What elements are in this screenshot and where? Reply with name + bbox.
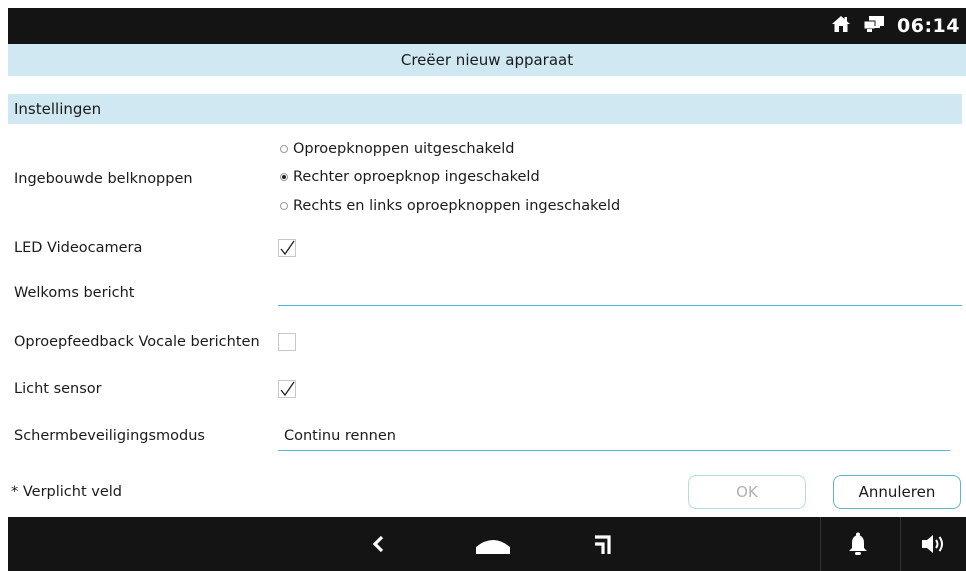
checkmark-icon [280,381,295,397]
welcome-message-label: Welkoms bericht [14,285,135,301]
radio-option-label: Rechter oproepknop ingeschakeld [293,169,540,185]
ok-button[interactable]: OK [688,475,806,509]
required-field-note: * Verplicht veld [11,484,122,500]
radio-option-right-button-enabled[interactable]: Rechter oproepknop ingeschakeld [280,169,540,185]
radio-option-buttons-disabled[interactable]: Oproepknoppen uitgeschakeld [280,141,515,157]
nav-divider [820,517,821,571]
section-title: Instellingen [14,100,102,118]
recent-apps-icon[interactable] [583,517,623,571]
status-icons: 06:14 [831,8,966,44]
call-feedback-checkbox[interactable] [278,333,296,351]
screensaver-value: Continu rennen [284,428,396,444]
radio-option-both-buttons-enabled[interactable]: Rechts en links oproepknoppen ingeschake… [280,198,620,214]
builtin-buttons-label: Ingebouwde belknoppen [14,171,193,187]
home-icon[interactable] [468,517,518,571]
radio-button[interactable] [280,202,288,210]
volume-icon[interactable] [914,517,954,571]
screensaver-label: Schermbeveiligingsmodus [14,428,205,444]
radio-option-label: Oproepknoppen uitgeschakeld [293,141,515,157]
status-time: 06:14 [897,15,960,37]
navigation-bar [8,517,966,571]
bell-icon[interactable] [838,517,878,571]
nav-divider [900,517,901,571]
section-header: Instellingen [8,94,962,124]
radio-button[interactable] [280,145,288,153]
screensaver-select[interactable]: Continu rennen [278,428,950,451]
dialog-title: Creëer nieuw apparaat [400,51,574,69]
dialog-title-bar: Creëer nieuw apparaat [8,44,966,76]
light-sensor-checkbox[interactable] [278,380,296,398]
cancel-button[interactable]: Annuleren [833,475,961,509]
home-icon [831,15,851,37]
light-sensor-label: Licht sensor [14,381,102,397]
radio-option-label: Rechts en links oproepknoppen ingeschake… [293,198,621,214]
call-feedback-label: Oproepfeedback Vocale berichten [14,334,260,350]
welcome-message-field[interactable] [278,305,962,306]
back-icon[interactable] [358,517,398,571]
radio-button-selected[interactable] [280,173,288,181]
checkmark-icon [280,240,295,256]
network-display-icon [863,15,885,37]
status-bar: 06:14 [8,8,966,44]
led-camera-checkbox[interactable] [278,239,296,257]
led-camera-label: LED Videocamera [14,240,143,256]
